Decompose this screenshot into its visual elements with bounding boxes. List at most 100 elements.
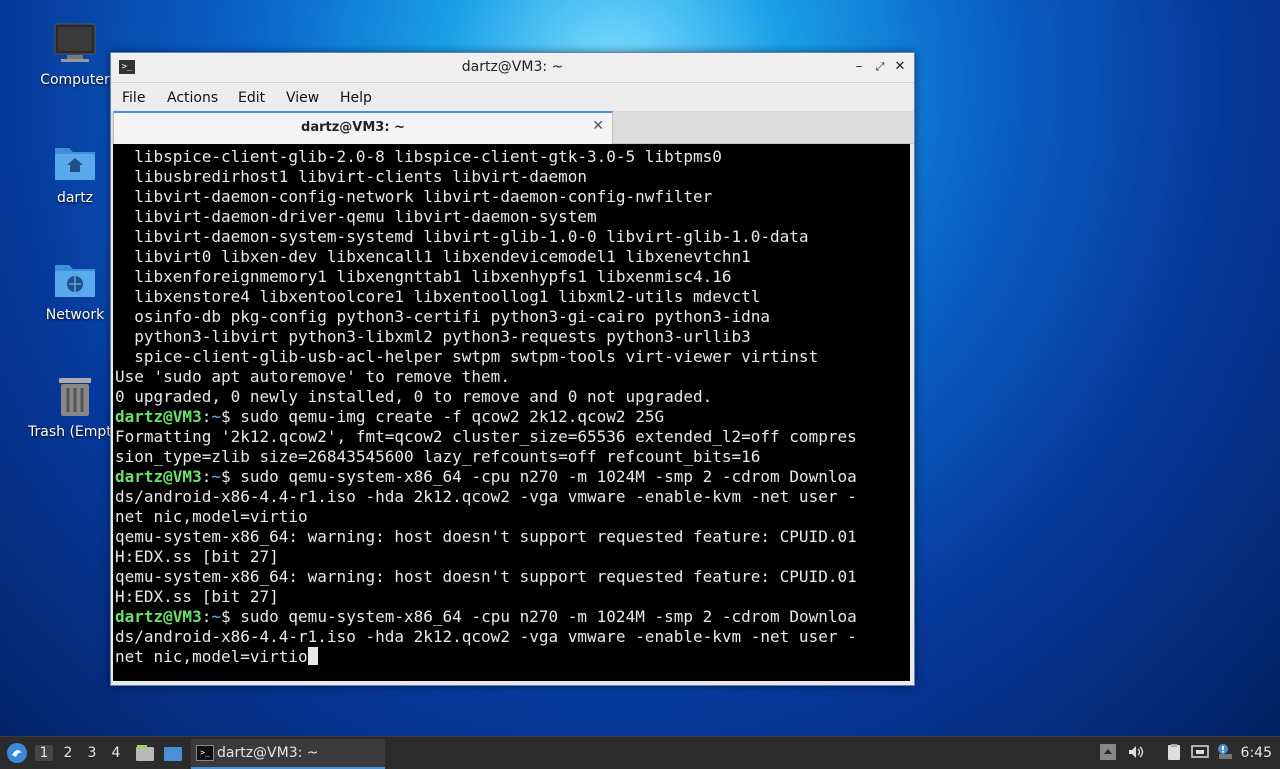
tab-terminal[interactable]: dartz@VM3: ~ ✕	[113, 111, 613, 145]
clock[interactable]: 6:45	[1241, 745, 1272, 761]
terminal-line: H:EDX.ss [bit 27]	[115, 587, 857, 607]
terminal-line: libxenstore4 libxentoolcore1 libxentooll…	[115, 287, 857, 307]
prompt-user: dartz@VM3	[115, 607, 202, 626]
terminal-lines: libspice-client-glib-2.0-8 libspice-clie…	[115, 147, 857, 667]
menu-help[interactable]: Help	[340, 90, 372, 106]
terminal-line: sion_type=zlib size=26843545600 lazy_ref…	[115, 447, 857, 467]
window-title: dartz@VM3: ~	[461, 59, 564, 75]
terminal-line-text: $ sudo qemu-img create -f qcow2 2k12.qco…	[220, 407, 665, 426]
prompt-user: dartz@VM3	[115, 407, 202, 426]
terminal-line-text: libvirt0 libxen-dev libxencall1 libxende…	[115, 247, 751, 266]
terminal-line: libvirt-daemon-config-network libvirt-da…	[115, 187, 857, 207]
workspace-1[interactable]: 1	[35, 745, 53, 761]
home-folder-icon	[53, 140, 97, 184]
prompt-path: ~	[211, 607, 221, 626]
terminal-task-icon: >_	[196, 745, 214, 761]
prompt-path: ~	[211, 407, 221, 426]
terminal-line: dartz@VM3:~$ sudo qemu-img create -f qco…	[115, 407, 857, 427]
workspace-3[interactable]: 3	[83, 745, 101, 761]
show-desktop-icon[interactable]	[163, 743, 183, 767]
terminal-line: ds/android-x86-4.4-r1.iso -hda 2k12.qcow…	[115, 627, 857, 647]
workspace-2[interactable]: 2	[59, 745, 77, 761]
network-folder-icon	[53, 257, 97, 301]
terminal-line-text: libxenstore4 libxentoolcore1 libxentooll…	[115, 287, 761, 306]
file-manager-icon[interactable]	[135, 743, 155, 767]
terminal-line: libxenforeignmemory1 libxengnttab1 libxe…	[115, 267, 857, 287]
tab-close-icon[interactable]: ✕	[592, 118, 604, 134]
terminal-line: 0 upgraded, 0 newly installed, 0 to remo…	[115, 387, 857, 407]
terminal-line: libvirt0 libxen-dev libxencall1 libxende…	[115, 247, 857, 267]
start-menu-icon[interactable]	[6, 742, 28, 764]
terminal-line-text: Use 'sudo apt autoremove' to remove them…	[115, 367, 510, 386]
menu-edit[interactable]: Edit	[238, 90, 265, 106]
terminal-line-text: qemu-system-x86_64: warning: host doesn'…	[115, 527, 857, 546]
terminal-line: qemu-system-x86_64: warning: host doesn'…	[115, 527, 857, 547]
terminal-line-text: H:EDX.ss [bit 27]	[115, 587, 279, 606]
terminal-line: ds/android-x86-4.4-r1.iso -hda 2k12.qcow…	[115, 487, 857, 507]
menu-file[interactable]: File	[122, 90, 145, 106]
prompt-path: ~	[211, 467, 221, 486]
volume-icon[interactable]	[1127, 743, 1145, 761]
network-status-icon[interactable]	[1191, 743, 1209, 761]
terminal-line-text: osinfo-db pkg-config python3-certifi pyt…	[115, 307, 771, 326]
terminal-line-text: libvirt-daemon-system-systemd libvirt-gl…	[115, 227, 809, 246]
terminal-line-text: $ sudo qemu-system-x86_64 -cpu n270 -m 1…	[220, 607, 857, 626]
menu-view[interactable]: View	[286, 90, 319, 106]
terminal-line: osinfo-db pkg-config python3-certifi pyt…	[115, 307, 857, 327]
terminal-line: spice-client-glib-usb-acl-helper swtpm s…	[115, 347, 857, 367]
tray-up-icon[interactable]	[1099, 743, 1117, 761]
tab-bar: dartz@VM3: ~ ✕	[111, 111, 914, 145]
terminal-line: Formatting '2k12.qcow2', fmt=qcow2 clust…	[115, 427, 857, 447]
terminal-line: libvirt-daemon-driver-qemu libvirt-daemo…	[115, 207, 857, 227]
menu-actions[interactable]: Actions	[167, 90, 218, 106]
terminal-line: libusbredirhost1 libvirt-clients libvirt…	[115, 167, 857, 187]
terminal-line-text: libusbredirhost1 libvirt-clients libvirt…	[115, 167, 588, 186]
terminal-line-text: python3-libvirt python3-libxml2 python3-…	[115, 327, 751, 346]
maximize-button[interactable]: ⤢	[871, 58, 889, 76]
terminal-line-text: qemu-system-x86_64: warning: host doesn'…	[115, 567, 857, 586]
terminal-line-text: $ sudo qemu-system-x86_64 -cpu n270 -m 1…	[220, 467, 857, 486]
taskbar: 1 2 3 4 >_ dartz@VM3: ~ 6:45	[0, 736, 1280, 769]
terminal-line-text: ds/android-x86-4.4-r1.iso -hda 2k12.qcow…	[115, 487, 857, 506]
terminal-line-text: libvirt-daemon-driver-qemu libvirt-daemo…	[115, 207, 597, 226]
terminal-line: net nic,model=virtio	[115, 647, 857, 667]
tab-label: dartz@VM3: ~	[301, 120, 405, 135]
close-button[interactable]: ✕	[891, 58, 909, 76]
prompt-separator: :	[201, 467, 212, 486]
terminal-window: >_ dartz@VM3: ~ – ⤢ ✕ File Actions Edit …	[110, 52, 915, 686]
terminal-line-text: sion_type=zlib size=26843545600 lazy_ref…	[115, 447, 761, 466]
terminal-line-text: 0 upgraded, 0 newly installed, 0 to remo…	[115, 387, 713, 406]
terminal-line: net nic,model=virtio	[115, 507, 857, 527]
clipboard-icon[interactable]	[1165, 743, 1183, 761]
terminal-line: libspice-client-glib-2.0-8 libspice-clie…	[115, 147, 857, 167]
terminal-line: dartz@VM3:~$ sudo qemu-system-x86_64 -cp…	[115, 607, 857, 627]
minimize-button[interactable]: –	[850, 58, 868, 76]
terminal-line-text: net nic,model=virtio	[115, 647, 308, 666]
task-label: dartz@VM3: ~	[217, 745, 319, 761]
computer-icon	[53, 22, 97, 66]
terminal-line-text: libspice-client-glib-2.0-8 libspice-clie…	[115, 147, 722, 166]
terminal-line-text: ds/android-x86-4.4-r1.iso -hda 2k12.qcow…	[115, 627, 857, 646]
terminal-line-text: Formatting '2k12.qcow2', fmt=qcow2 clust…	[115, 427, 857, 446]
taskbar-task-terminal[interactable]: >_ dartz@VM3: ~	[191, 739, 385, 769]
terminal-line-text: spice-client-glib-usb-acl-helper swtpm s…	[115, 347, 819, 366]
terminal-line-text: H:EDX.ss [bit 27]	[115, 547, 279, 566]
menu-bar: File Actions Edit View Help	[111, 83, 914, 111]
terminal-line-text: net nic,model=virtio	[115, 507, 308, 526]
terminal-line: python3-libvirt python3-libxml2 python3-…	[115, 327, 857, 347]
window-titlebar[interactable]: >_ dartz@VM3: ~ – ⤢ ✕	[111, 53, 914, 83]
terminal-line: H:EDX.ss [bit 27]	[115, 547, 857, 567]
terminal-line: qemu-system-x86_64: warning: host doesn'…	[115, 567, 857, 587]
terminal-line-text: libvirt-daemon-config-network libvirt-da…	[115, 187, 713, 206]
terminal-line-text: libxenforeignmemory1 libxengnttab1 libxe…	[115, 267, 732, 286]
prompt-separator: :	[201, 407, 212, 426]
terminal-line: libvirt-daemon-system-systemd libvirt-gl…	[115, 227, 857, 247]
workspace-4[interactable]: 4	[107, 745, 125, 761]
terminal-output[interactable]: libspice-client-glib-2.0-8 libspice-clie…	[113, 144, 910, 681]
prompt-user: dartz@VM3	[115, 467, 202, 486]
terminal-line: dartz@VM3:~$ sudo qemu-system-x86_64 -cp…	[115, 467, 857, 487]
terminal-cursor	[307, 647, 318, 665]
prompt-separator: :	[201, 607, 212, 626]
updates-notification-icon[interactable]	[1216, 743, 1234, 761]
trash-icon	[53, 374, 97, 418]
